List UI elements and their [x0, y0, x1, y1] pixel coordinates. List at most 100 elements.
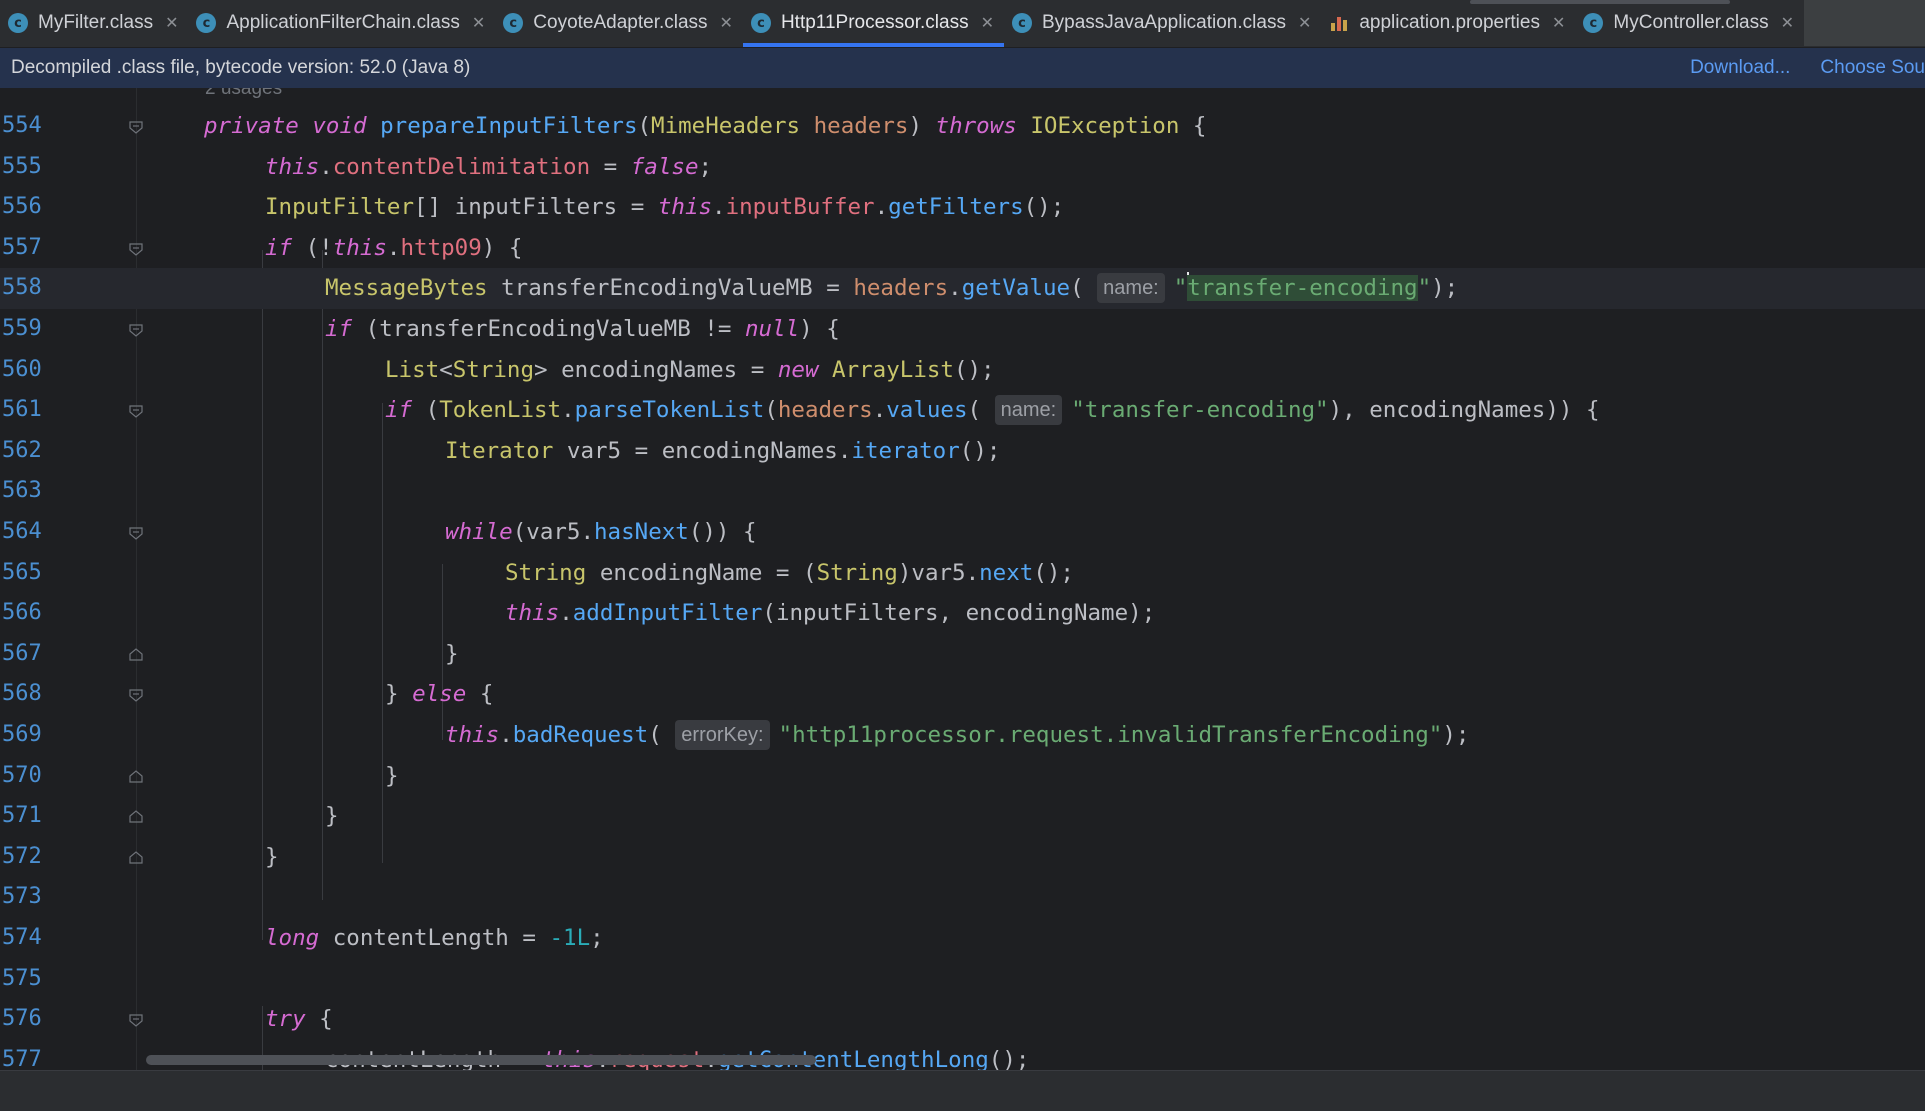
- line-number[interactable]: 568: [2, 674, 42, 715]
- line-number[interactable]: 559: [2, 309, 42, 350]
- decompiled-info-banner: Decompiled .class file, bytecode version…: [0, 48, 1925, 88]
- line-number[interactable]: 573: [2, 877, 42, 918]
- code-editor[interactable]: 2 usages 554 private void prepareInputFi…: [0, 88, 1925, 1070]
- line-number[interactable]: 563: [2, 471, 42, 512]
- tab-label: Http11Processor.class: [780, 12, 969, 33]
- code-line-558-current[interactable]: 558 MessageBytes transferEncodingValueMB…: [0, 268, 1925, 309]
- fold-end-icon[interactable]: [128, 850, 144, 866]
- tab-http11processor[interactable]: c Http11Processor.class ✕: [742, 0, 1005, 47]
- line-number[interactable]: 560: [2, 350, 42, 391]
- tab-mycontroller[interactable]: c MyController.class ✕: [1575, 0, 1805, 47]
- fold-collapse-icon[interactable]: [128, 119, 144, 135]
- close-icon[interactable]: ✕: [981, 13, 994, 33]
- parameter-hint: name:: [994, 395, 1063, 426]
- code-line-568[interactable]: 568 } else {: [0, 674, 1925, 715]
- line-number[interactable]: 575: [2, 959, 42, 1000]
- code-line-572[interactable]: 572 }: [0, 837, 1925, 878]
- code-line-562[interactable]: 562 Iterator var5 = encodingNames.iterat…: [0, 431, 1925, 472]
- code-line-573[interactable]: 573: [0, 877, 1925, 918]
- line-number[interactable]: 569: [2, 715, 42, 756]
- parameter-hint: errorKey:: [675, 720, 770, 750]
- tab-coyoteadapter[interactable]: c CoyoteAdapter.class ✕: [495, 0, 743, 47]
- line-number[interactable]: 574: [2, 918, 42, 959]
- code-line-574[interactable]: 574 long contentLength = -1L;: [0, 918, 1925, 959]
- line-number[interactable]: 571: [2, 796, 42, 837]
- line-number[interactable]: 576: [2, 999, 42, 1040]
- code-line-565[interactable]: 565 String encodingName = (String)var5.n…: [0, 553, 1925, 594]
- class-icon: c: [8, 13, 28, 33]
- line-number[interactable]: 566: [2, 593, 42, 634]
- fold-end-icon[interactable]: [128, 769, 144, 785]
- tab-bypassjavaapplication[interactable]: c BypassJavaApplication.class ✕: [1004, 0, 1321, 47]
- tab-scroll-indicator[interactable]: [1470, 0, 1730, 4]
- fold-end-icon[interactable]: [128, 809, 144, 825]
- tab-bar-empty-area: [1804, 0, 1925, 47]
- class-icon: c: [1583, 13, 1604, 33]
- code-line-560[interactable]: 560 List<String> encodingNames = new Arr…: [0, 350, 1925, 391]
- code-line-567[interactable]: 567 }: [0, 634, 1925, 675]
- tab-label: application.properties: [1359, 12, 1540, 33]
- code-line-576[interactable]: 576 try {: [0, 999, 1925, 1040]
- class-icon: c: [1011, 13, 1032, 33]
- code-line-564[interactable]: 564 while(var5.hasNext()) {: [0, 512, 1925, 553]
- code-line-559[interactable]: 559 if (transferEncodingValueMB != null)…: [0, 309, 1925, 350]
- download-sources-link[interactable]: Download...: [1690, 57, 1790, 79]
- class-icon: c: [196, 13, 217, 33]
- line-number[interactable]: 557: [2, 228, 42, 269]
- tab-application-properties[interactable]: application.properties ✕: [1321, 0, 1575, 47]
- tab-label: MyController.class: [1613, 12, 1769, 33]
- fold-collapse-icon[interactable]: [128, 1012, 144, 1028]
- line-number[interactable]: 565: [2, 553, 42, 594]
- code-line-563[interactable]: 563: [0, 471, 1925, 512]
- close-icon[interactable]: ✕: [720, 13, 733, 33]
- parameter-hint: name:: [1097, 273, 1165, 304]
- fold-collapse-icon[interactable]: [128, 322, 144, 338]
- code-line-557[interactable]: 557 if (!this.http09) {: [0, 228, 1925, 269]
- code-line-554[interactable]: 554 private void prepareInputFilters(Mim…: [0, 106, 1925, 147]
- banner-message: Decompiled .class file, bytecode version…: [11, 57, 471, 78]
- close-icon[interactable]: ✕: [165, 13, 178, 33]
- usages-hint[interactable]: 2 usages: [205, 88, 282, 100]
- line-number[interactable]: 572: [2, 837, 42, 878]
- tab-myfilter[interactable]: c MyFilter.class ✕: [0, 0, 188, 47]
- close-icon[interactable]: ✕: [472, 13, 485, 33]
- tab-label: BypassJavaApplication.class: [1041, 12, 1286, 33]
- line-number[interactable]: 558: [2, 268, 42, 309]
- line-number[interactable]: 554: [2, 106, 42, 147]
- tab-label: ApplicationFilterChain.class: [226, 12, 460, 33]
- code-line-556[interactable]: 556 InputFilter[] inputFilters = this.in…: [0, 187, 1925, 228]
- fold-collapse-icon[interactable]: [128, 687, 144, 703]
- line-number[interactable]: 561: [2, 390, 42, 431]
- code-line-571[interactable]: 571 }: [0, 796, 1925, 837]
- class-icon: c: [750, 13, 771, 33]
- line-number[interactable]: 555: [2, 147, 42, 188]
- code-line-575[interactable]: 575: [0, 959, 1925, 1000]
- line-number[interactable]: 570: [2, 756, 42, 797]
- code-line-555[interactable]: 555 this.contentDelimitation = false;: [0, 147, 1925, 188]
- fold-collapse-icon[interactable]: [128, 241, 144, 257]
- close-icon[interactable]: ✕: [1552, 13, 1565, 33]
- class-icon: c: [503, 13, 524, 33]
- close-icon[interactable]: ✕: [1298, 13, 1311, 33]
- code-line-570[interactable]: 570 }: [0, 756, 1925, 797]
- code-line-566[interactable]: 566 this.addInputFilter(inputFilters, en…: [0, 593, 1925, 634]
- status-bar: [0, 1070, 1925, 1111]
- line-number[interactable]: 567: [2, 634, 42, 675]
- fold-collapse-icon[interactable]: [128, 525, 144, 541]
- tab-label: MyFilter.class: [38, 12, 154, 33]
- line-number[interactable]: 556: [2, 187, 42, 228]
- code-line-561[interactable]: 561 if (TokenList.parseTokenList(headers…: [0, 390, 1925, 431]
- choose-sources-link[interactable]: Choose Sou: [1820, 57, 1925, 79]
- code-line-569[interactable]: 569 this.badRequest( errorKey: "http11pro…: [0, 715, 1925, 756]
- line-number[interactable]: 562: [2, 431, 42, 472]
- close-icon[interactable]: ✕: [1781, 13, 1794, 33]
- horizontal-scrollbar[interactable]: [146, 1055, 816, 1065]
- properties-icon: [1329, 13, 1349, 33]
- fold-end-icon[interactable]: [128, 647, 144, 663]
- line-number[interactable]: 577: [2, 1040, 42, 1070]
- fold-collapse-icon[interactable]: [128, 403, 144, 419]
- tab-applicationfilterchain[interactable]: c ApplicationFilterChain.class ✕: [188, 0, 495, 47]
- editor-tab-bar: c MyFilter.class ✕ c ApplicationFilterChain…: [0, 0, 1925, 48]
- line-number[interactable]: 564: [2, 512, 42, 553]
- tab-label: CoyoteAdapter.class: [533, 12, 708, 33]
